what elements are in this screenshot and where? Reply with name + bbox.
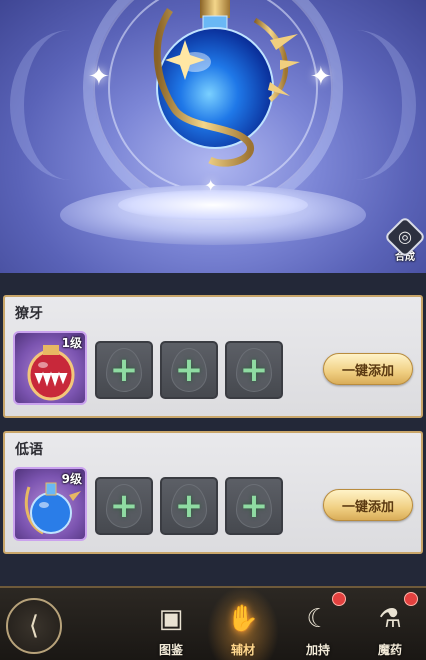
featured-potion-image bbox=[130, 0, 300, 175]
moon-icon: ☾ bbox=[306, 604, 330, 634]
empty-slot[interactable]: + bbox=[95, 341, 153, 399]
empty-slot[interactable]: + bbox=[225, 341, 283, 399]
material-level: 9级 bbox=[61, 472, 82, 486]
nav-tab-label: 魔药 bbox=[377, 643, 402, 657]
sparkle-icon: ✦ bbox=[204, 176, 218, 195]
nav-tab-codex[interactable]: ▣ 图鉴 bbox=[143, 592, 199, 658]
panel-title: 低语 bbox=[15, 442, 43, 458]
back-button[interactable]: ⟨ bbox=[6, 598, 62, 654]
add-all-button[interactable]: 一键添加 bbox=[323, 353, 413, 385]
panel-title: 獠牙 bbox=[15, 306, 43, 322]
material-panel: 低语 9级 + + + 一键添加 bbox=[3, 431, 423, 554]
sparkle-icon: ✦ bbox=[310, 62, 332, 92]
empty-slot[interactable]: + bbox=[160, 341, 218, 399]
empty-slot[interactable]: + bbox=[225, 477, 283, 535]
sparkle-icon: ✦ bbox=[88, 62, 110, 92]
nav-tab-potion[interactable]: ⚗ 魔药 bbox=[362, 592, 418, 658]
plus-icon: + bbox=[239, 486, 269, 526]
potion-display-scene: ✦ ✦ ✦ ◎ 合成 bbox=[0, 0, 426, 273]
synthesize-button[interactable]: ◎ 合成 bbox=[383, 215, 426, 266]
auxiliary-materials-area: 獠牙 1级 + + + 一键添加 低语 9级 + + + 一键添加 bbox=[0, 273, 426, 586]
nav-tab-label: 辅材 bbox=[230, 643, 255, 657]
plus-icon: + bbox=[174, 486, 204, 526]
empty-slot[interactable]: + bbox=[95, 477, 153, 535]
nav-tab-label: 加持 bbox=[305, 643, 330, 657]
nav-tab-blessing[interactable]: ☾ 加持 bbox=[290, 592, 346, 658]
nav-tab-auxiliary[interactable]: ✋ 辅材 bbox=[207, 586, 279, 660]
plus-icon: + bbox=[174, 350, 204, 390]
plus-icon: + bbox=[109, 350, 139, 390]
plus-icon: + bbox=[239, 350, 269, 390]
add-all-button[interactable]: 一键添加 bbox=[323, 489, 413, 521]
nav-tab-label: 图鉴 bbox=[158, 643, 183, 657]
material-panel: 獠牙 1级 + + + 一键添加 bbox=[3, 295, 423, 418]
swirl-icon: ◎ bbox=[383, 215, 426, 259]
notification-badge bbox=[404, 592, 418, 606]
plus-icon: + bbox=[109, 486, 139, 526]
empty-slot[interactable]: + bbox=[160, 477, 218, 535]
hand-plus-icon: ✋ bbox=[226, 604, 260, 634]
notification-badge bbox=[332, 592, 346, 606]
material-slot[interactable]: 9级 bbox=[13, 467, 87, 541]
material-level: 1级 bbox=[61, 336, 82, 350]
potion-icon: ⚗ bbox=[378, 604, 402, 634]
bottom-nav: ⟨ ▣ 图鉴 ✋ 辅材 ☾ 加持 ⚗ 魔药 bbox=[0, 586, 426, 660]
back-arrow-icon: ⟨ bbox=[28, 611, 40, 641]
book-icon: ▣ bbox=[158, 604, 184, 634]
material-slot[interactable]: 1级 bbox=[13, 331, 87, 405]
